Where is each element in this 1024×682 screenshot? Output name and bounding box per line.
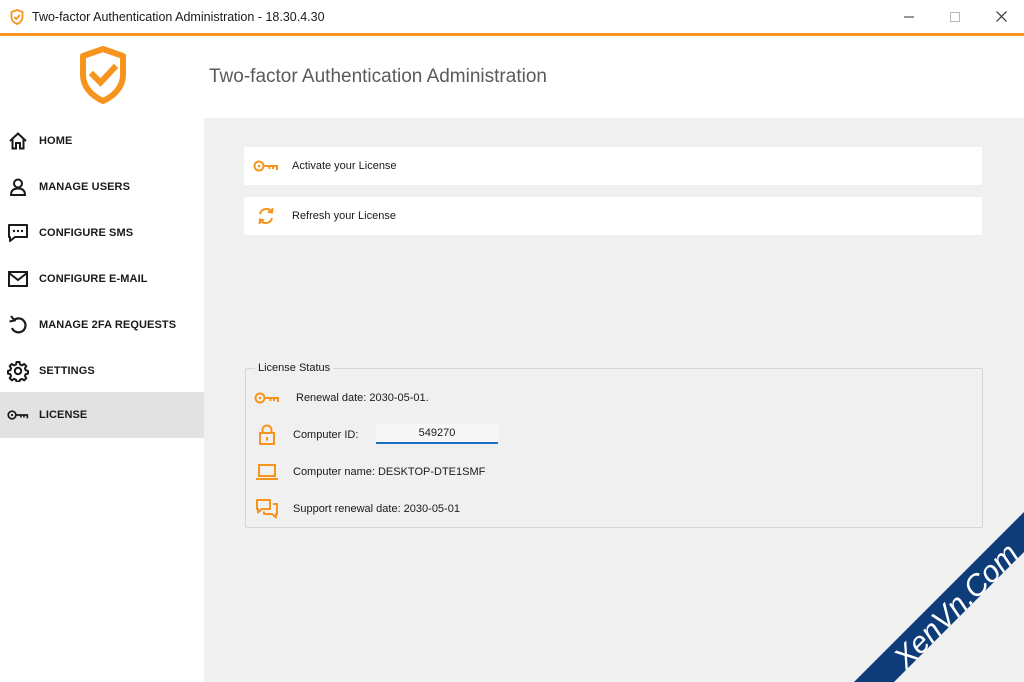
computer-name-text: Computer name: DESKTOP-DTE1SMF bbox=[293, 466, 486, 478]
maximize-button[interactable] bbox=[932, 0, 978, 33]
renewal-date-text: Renewal date: 2030-05-01. bbox=[296, 392, 429, 404]
app-shield-icon bbox=[10, 8, 24, 25]
renewal-date-row: Renewal date: 2030-05-01. bbox=[254, 386, 429, 410]
key-icon bbox=[253, 156, 279, 176]
sidebar-item-configure-email[interactable]: CONFIGURE E-MAIL bbox=[0, 256, 204, 302]
sidebar-item-label: MANAGE USERS bbox=[39, 181, 131, 193]
computer-name-row: Computer name: DESKTOP-DTE1SMF bbox=[254, 460, 485, 484]
sidebar-item-home[interactable]: HOME bbox=[0, 118, 204, 164]
sms-icon bbox=[7, 222, 29, 244]
close-icon bbox=[995, 9, 1007, 25]
refresh-icon bbox=[253, 206, 279, 226]
gear-icon bbox=[7, 360, 29, 382]
computer-id-label: Computer ID: bbox=[293, 429, 359, 441]
license-status-legend: License Status bbox=[255, 362, 334, 374]
support-renewal-row: Support renewal date: 2030-05-01 bbox=[254, 497, 460, 521]
window-title: Two-factor Authentication Administration… bbox=[32, 9, 325, 24]
sidebar-item-label: HOME bbox=[39, 135, 73, 147]
sidebar: HOME MANAGE USERS CONFIGURE SMS CONFIGUR… bbox=[0, 118, 204, 682]
sidebar-item-configure-sms[interactable]: CONFIGURE SMS bbox=[0, 210, 204, 256]
chat-icon bbox=[254, 498, 280, 520]
sidebar-item-label: CONFIGURE E-MAIL bbox=[39, 273, 148, 285]
minimize-icon bbox=[904, 9, 914, 25]
laptop-icon bbox=[254, 461, 280, 483]
title-bar: Two-factor Authentication Administration… bbox=[0, 0, 1024, 33]
computer-id-row: Computer ID: bbox=[254, 423, 358, 447]
sidebar-item-manage-2fa-requests[interactable]: MANAGE 2FA REQUESTS bbox=[0, 302, 204, 348]
shield-check-icon bbox=[78, 46, 128, 104]
header: Two-factor Authentication Administration bbox=[0, 36, 1024, 118]
lock-icon bbox=[254, 424, 280, 446]
maximize-icon bbox=[950, 9, 960, 25]
sidebar-item-label: CONFIGURE SMS bbox=[39, 227, 134, 239]
home-icon bbox=[7, 130, 29, 152]
refresh-license-label: Refresh your License bbox=[292, 210, 396, 222]
user-icon bbox=[7, 176, 29, 198]
page-title: Two-factor Authentication Administration bbox=[209, 66, 547, 87]
sidebar-item-manage-users[interactable]: MANAGE USERS bbox=[0, 164, 204, 210]
license-status-group: License Status Renewal date: 2030-05-01.… bbox=[245, 362, 983, 528]
refresh-license-button[interactable]: Refresh your License bbox=[244, 197, 982, 235]
main-content: Activate your License Refresh your Licen… bbox=[204, 118, 1024, 682]
activate-license-label: Activate your License bbox=[292, 160, 397, 172]
close-button[interactable] bbox=[978, 0, 1024, 33]
sidebar-item-label: SETTINGS bbox=[39, 365, 95, 377]
undo-icon bbox=[7, 314, 29, 336]
key-icon bbox=[254, 387, 280, 409]
activate-license-button[interactable]: Activate your License bbox=[244, 147, 982, 185]
support-renewal-text: Support renewal date: 2030-05-01 bbox=[293, 503, 460, 515]
sidebar-item-settings[interactable]: SETTINGS bbox=[0, 348, 204, 394]
sidebar-item-license[interactable]: LICENSE bbox=[0, 392, 204, 438]
sidebar-item-label: LICENSE bbox=[39, 409, 88, 421]
sidebar-item-label: MANAGE 2FA REQUESTS bbox=[39, 319, 177, 331]
computer-id-field[interactable] bbox=[376, 424, 498, 444]
key-icon bbox=[7, 404, 29, 426]
minimize-button[interactable] bbox=[886, 0, 932, 33]
mail-icon bbox=[7, 268, 29, 290]
